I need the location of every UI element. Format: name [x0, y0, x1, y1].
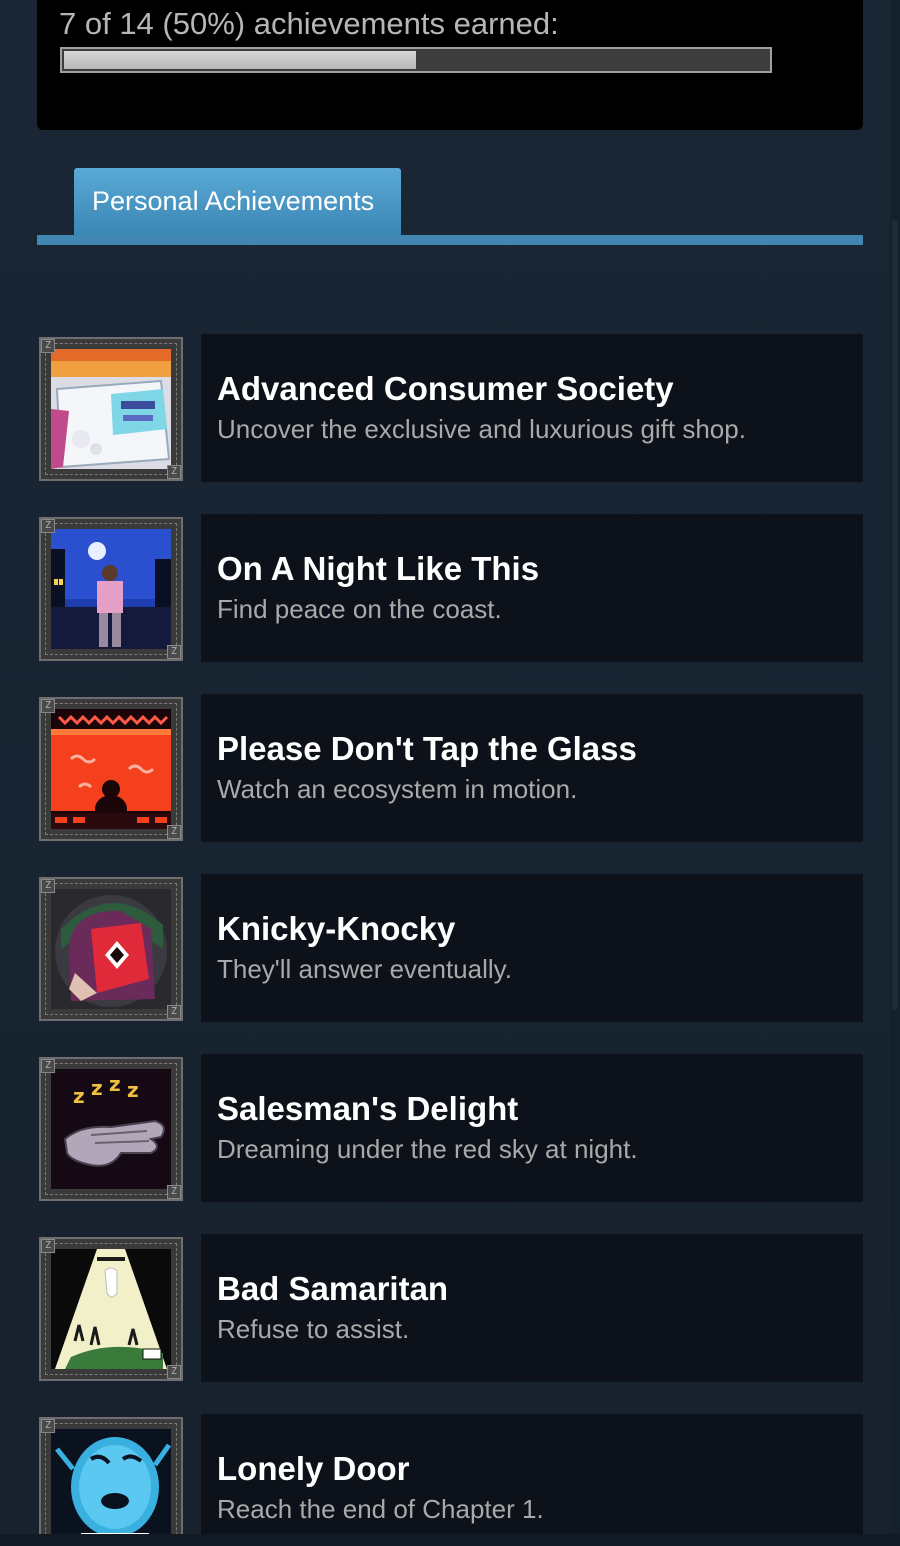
frame-corner-icon: Z — [167, 1005, 181, 1019]
achievement-description: Uncover the exclusive and luxurious gift… — [217, 414, 746, 444]
achievement-title: Knicky-Knocky — [217, 910, 456, 947]
frame-corner-icon: Z — [41, 339, 55, 353]
achievement-card: Bad Samaritan Refuse to assist. — [201, 1234, 863, 1382]
night-coast-icon — [51, 529, 171, 649]
gift-shop-icon — [51, 349, 171, 469]
achievement-progress-bar — [60, 47, 772, 73]
achievement-description: Find peace on the coast. — [217, 594, 502, 624]
tab-personal-achievements[interactable]: Personal Achievements — [74, 168, 401, 236]
achievement-icon-frame: Z Z — [39, 697, 183, 841]
achievement-card: Knicky-Knocky They'll answer eventually. — [201, 874, 863, 1022]
achievement-description: Dreaming under the red sky at night. — [217, 1134, 638, 1164]
achievement-summary-panel: 7 of 14 (50%) achievements earned: — [37, 0, 863, 130]
achievement-card: On A Night Like This Find peace on the c… — [201, 514, 863, 662]
achievement-row[interactable]: Z Z On A Night Like This Find peace on t… — [37, 514, 863, 662]
frame-corner-icon: Z — [41, 1239, 55, 1253]
svg-text:z: z — [109, 1072, 121, 1096]
achievements-page: 7 of 14 (50%) achievements earned: Perso… — [0, 0, 900, 1546]
svg-text:z: z — [91, 1076, 103, 1100]
achievement-description: Watch an ecosystem in motion. — [217, 774, 578, 804]
masked-figure-icon — [51, 889, 171, 1009]
scrollbar-thumb[interactable] — [892, 220, 898, 1010]
achievement-progress-fill — [64, 51, 416, 69]
achievement-description: They'll answer eventually. — [217, 954, 512, 984]
frame-corner-icon: Z — [167, 1185, 181, 1199]
achievement-card: Please Don't Tap the Glass Watch an ecos… — [201, 694, 863, 842]
frame-corner-icon: Z — [167, 1365, 181, 1379]
achievement-icon-frame: Z Z — [39, 517, 183, 661]
svg-text:z: z — [73, 1084, 85, 1108]
achievement-title: Advanced Consumer Society — [217, 370, 674, 407]
sleeping-hand-icon: z z z z — [51, 1069, 171, 1189]
achievement-title: Salesman's Delight — [217, 1090, 519, 1127]
achievement-row[interactable]: Z Z Please Don't Tap the Glass Watch an … — [37, 694, 863, 842]
achievement-summary-text: 7 of 14 (50%) achievements earned: — [59, 6, 559, 41]
achievement-description: Refuse to assist. — [217, 1314, 410, 1344]
scrollbar-track[interactable] — [890, 0, 900, 1546]
spotlight-ghost-icon — [51, 1249, 171, 1369]
bottom-edge-bar — [0, 1534, 900, 1546]
achievement-title: On A Night Like This — [217, 550, 540, 587]
achievement-icon-frame: Z Z — [39, 1237, 183, 1381]
frame-corner-icon: Z — [41, 879, 55, 893]
frame-corner-icon: Z — [41, 699, 55, 713]
achievement-icon-frame: Z Z — [39, 877, 183, 1021]
achievement-title: Please Don't Tap the Glass — [217, 730, 637, 767]
svg-text:z: z — [127, 1078, 139, 1102]
achievement-card: Advanced Consumer Society Uncover the ex… — [201, 334, 863, 482]
achievement-description: Reach the end of Chapter 1. — [217, 1494, 544, 1524]
achievement-card: Salesman's Delight Dreaming under the re… — [201, 1054, 863, 1202]
achievement-row[interactable]: Z Z Knicky-Knocky They'll answer eventua… — [37, 874, 863, 1022]
achievement-title: Lonely Door — [217, 1450, 410, 1487]
achievement-row[interactable]: Z Z Bad Samaritan Refuse to assist. — [37, 1234, 863, 1382]
achievement-row[interactable]: Z Z Lonely Door Reach the end of Chapter… — [37, 1414, 863, 1546]
frame-corner-icon: Z — [167, 645, 181, 659]
achievement-card: Lonely Door Reach the end of Chapter 1. — [201, 1414, 863, 1546]
frame-corner-icon: Z — [41, 1059, 55, 1073]
aquarium-icon — [51, 709, 171, 829]
achievement-icon-frame: z z z z Z Z — [39, 1057, 183, 1201]
achievement-title: Bad Samaritan — [217, 1270, 449, 1307]
achievement-row[interactable]: Z Z Advanced Consumer Society Uncover th… — [37, 334, 863, 482]
blue-face-icon — [51, 1429, 171, 1546]
frame-corner-icon: Z — [167, 465, 181, 479]
frame-corner-icon: Z — [41, 1419, 55, 1433]
achievement-row[interactable]: z z z z Z Z Salesman's Delight Dreaming … — [37, 1054, 863, 1202]
tab-underline — [37, 235, 863, 245]
frame-corner-icon: Z — [167, 825, 181, 839]
achievement-icon-frame: Z Z — [39, 337, 183, 481]
frame-corner-icon: Z — [41, 519, 55, 533]
achievement-icon-frame: Z Z — [39, 1417, 183, 1546]
